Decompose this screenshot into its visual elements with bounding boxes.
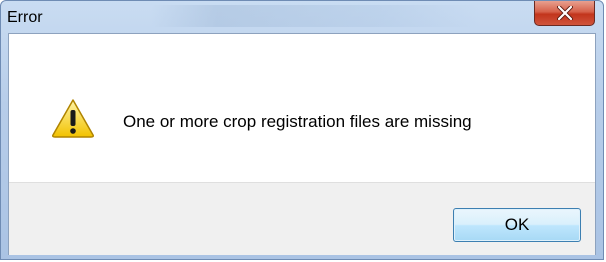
ok-button[interactable]: OK: [453, 208, 581, 242]
title-bar[interactable]: Error: [1, 1, 603, 34]
error-dialog-window: Error One or more crop registration file…: [0, 0, 604, 260]
error-message: One or more crop registration files are …: [123, 112, 472, 131]
window-title: Error: [7, 9, 43, 26]
close-icon: [557, 6, 573, 20]
title-bar-background: [151, 5, 481, 27]
close-button[interactable]: [534, 1, 595, 26]
message-area: One or more crop registration files are …: [9, 34, 595, 182]
warning-icon: [52, 99, 94, 138]
dialog-client-area: One or more crop registration files are …: [8, 33, 596, 255]
button-bar: OK: [9, 182, 595, 255]
